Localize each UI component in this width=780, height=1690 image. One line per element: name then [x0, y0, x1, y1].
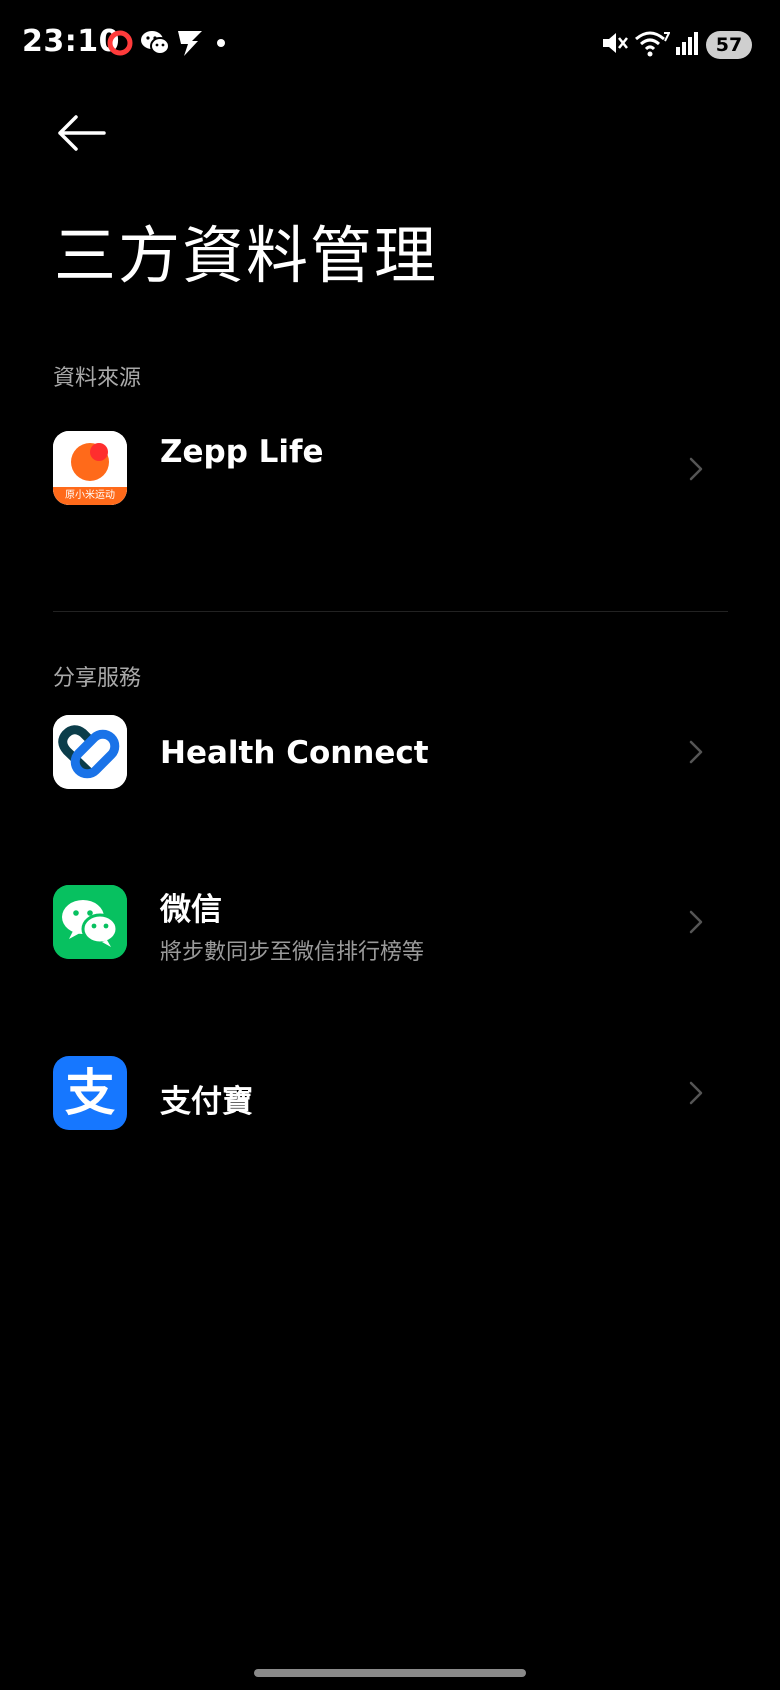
alipay-icon: 支 [53, 1056, 127, 1130]
chevron-right-icon [689, 910, 703, 934]
section-header-share-services: 分享服務 [53, 666, 142, 691]
back-button[interactable] [52, 108, 112, 158]
battery-indicator: 57 [706, 31, 752, 59]
back-arrow-icon [58, 115, 106, 151]
chevron-right-icon [689, 1081, 703, 1105]
wifi-icon [635, 31, 670, 57]
dot-icon [217, 39, 225, 47]
home-indicator[interactable] [254, 1669, 526, 1677]
status-bar: 23:10 57 [0, 0, 780, 90]
item-title: 支付寶 [160, 1084, 253, 1120]
list-item-zepp-life[interactable]: 原小米运动 Zepp Life [0, 410, 780, 530]
wechat-app-icon [53, 885, 127, 959]
chevron-right-icon [689, 740, 703, 764]
health-connect-icon [53, 715, 127, 789]
item-subtitle: 將步數同步至微信排行榜等 [160, 940, 425, 965]
signal-icon [676, 32, 698, 55]
page-title: 三方資料管理 [54, 219, 439, 292]
list-item-health-connect[interactable]: Health Connect [0, 692, 780, 812]
section-header-data-source: 資料來源 [53, 366, 142, 391]
wechat-icon [141, 31, 170, 55]
opera-icon [107, 30, 133, 56]
notification-icon [178, 31, 202, 56]
list-item-wechat[interactable]: 微信 將步數同步至微信排行榜等 [0, 862, 780, 982]
list-item-alipay[interactable]: 支 支付寶 [0, 1034, 780, 1154]
item-title: 微信 [160, 892, 222, 928]
zepp-life-icon-label: 原小米运动 [65, 490, 115, 501]
zepp-life-icon: 原小米运动 [53, 431, 127, 505]
alipay-icon-glyph: 支 [65, 1064, 115, 1122]
item-title: Health Connect [160, 735, 429, 771]
mute-icon [603, 33, 628, 53]
section-divider [53, 611, 728, 612]
item-title: Zepp Life [160, 434, 324, 470]
chevron-right-icon [689, 457, 703, 481]
